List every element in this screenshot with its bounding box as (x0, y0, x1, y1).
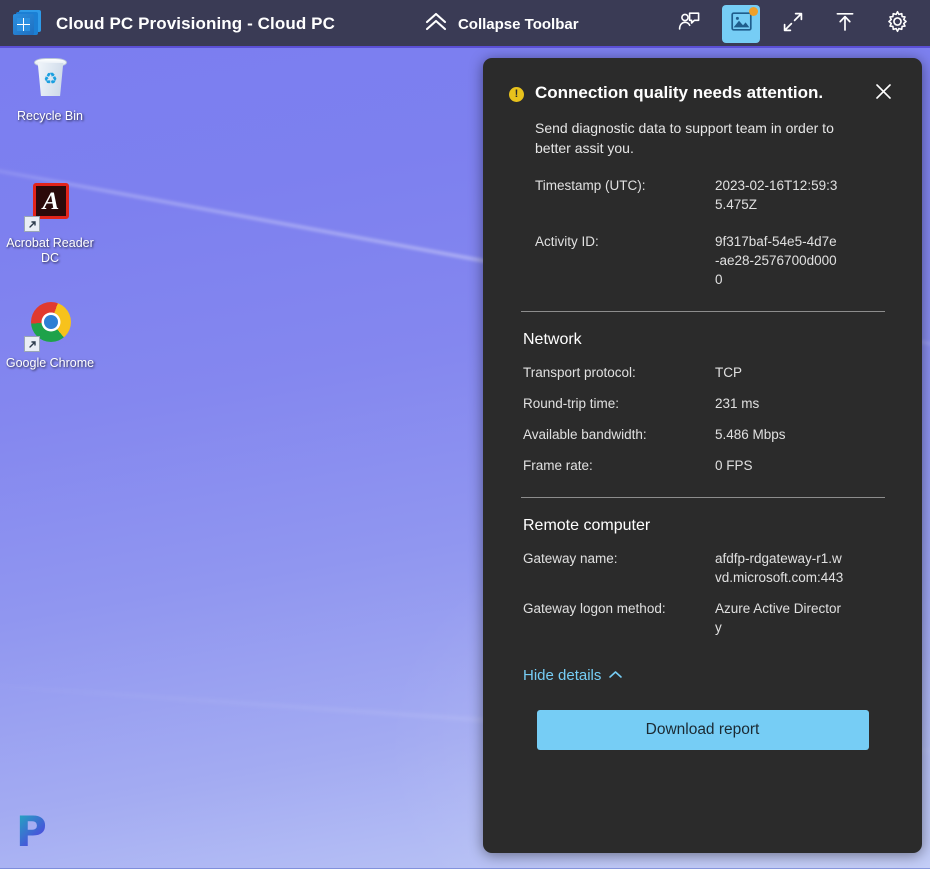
desktop-icon-recycle-bin[interactable]: ♻ Recycle Bin (2, 53, 98, 124)
section-divider (521, 311, 885, 312)
row-value: Azure Active Directory (715, 601, 842, 635)
cloud-pc-session-screen: ♻ Recycle Bin A Acrobat Reader DC Google… (0, 0, 930, 869)
shortcut-arrow-icon (24, 216, 40, 232)
screenshot-button[interactable] (722, 5, 760, 43)
row-key: Gateway logon method: (523, 601, 666, 616)
fullscreen-button[interactable] (774, 5, 812, 43)
collapse-toolbar-label: Collapse Toolbar (457, 15, 579, 33)
acrobat-reader-icon: A (24, 180, 76, 232)
network-row-frame-rate: Frame rate: 0 FPS (523, 456, 896, 475)
close-icon (874, 82, 893, 106)
recycle-bin-icon: ♻ (24, 53, 76, 105)
feedback-icon (677, 10, 701, 39)
remote-row-gateway-logon-method: Gateway logon method: Azure Active Direc… (523, 599, 896, 637)
row-key: Available bandwidth: (523, 427, 647, 442)
row-value: 5.486 Mbps (715, 427, 786, 442)
hide-details-label: Hide details (523, 667, 602, 684)
dialog-header: Connection quality needs attention. (509, 80, 896, 107)
summary-row-activity-id: Activity ID: 9f317baf-54e5-4d7e-ae28-257… (535, 232, 896, 289)
desktop-icon-label: Recycle Bin (17, 109, 83, 123)
desktop-icon-acrobat-reader[interactable]: A Acrobat Reader DC (2, 180, 98, 265)
close-button[interactable] (870, 81, 896, 107)
row-key: Frame rate: (523, 458, 593, 473)
network-row-round-trip-time: Round-trip time: 231 ms (523, 394, 896, 413)
screenshot-notification-badge (749, 7, 758, 16)
hide-details-link[interactable]: Hide details (523, 667, 623, 684)
session-toolbar: Cloud PC Provisioning - Cloud PC Collaps… (0, 0, 930, 48)
fullscreen-icon (781, 10, 805, 39)
settings-button[interactable] (878, 5, 916, 43)
summary-value: 2023-02-16T12:59:35.475Z (715, 178, 838, 212)
google-chrome-icon (24, 300, 76, 352)
chevron-up-icon (608, 667, 623, 684)
desktop-icon-google-chrome[interactable]: Google Chrome (2, 300, 98, 371)
row-key: Transport protocol: (523, 365, 636, 380)
network-section-title: Network (523, 331, 582, 348)
network-row-available-bandwidth: Available bandwidth: 5.486 Mbps (523, 425, 896, 444)
connection-diagnostics-dialog: Connection quality needs attention. Send… (483, 58, 922, 853)
summary-key: Activity ID: (535, 234, 599, 249)
shortcut-arrow-icon (24, 336, 40, 352)
site-watermark-logo: P (16, 811, 58, 853)
section-divider (521, 497, 885, 498)
upload-icon (833, 10, 857, 39)
upload-button[interactable] (826, 5, 864, 43)
summary-key: Timestamp (UTC): (535, 178, 646, 193)
chevron-double-up-icon (423, 11, 449, 38)
network-row-transport-protocol: Transport protocol: TCP (523, 363, 896, 382)
desktop-icon-label: Acrobat Reader DC (6, 236, 94, 265)
dialog-subtitle: Send diagnostic data to support team in … (535, 120, 834, 156)
row-value: afdfp-rdgateway-r1.wvd.microsoft.com:443 (715, 551, 844, 585)
row-value: 231 ms (715, 396, 760, 411)
desktop-icon-label: Google Chrome (5, 356, 95, 370)
summary-value: 9f317baf-54e5-4d7e-ae28-2576700d0000 (715, 234, 837, 287)
row-value: 0 FPS (715, 458, 753, 473)
summary-row-timestamp: Timestamp (UTC): 2023-02-16T12:59:35.475… (535, 176, 896, 214)
remote-row-gateway-name: Gateway name: afdfp-rdgateway-r1.wvd.mic… (523, 549, 896, 587)
feedback-button[interactable] (670, 5, 708, 43)
collapse-toolbar-button[interactable]: Collapse Toolbar (423, 11, 579, 38)
download-report-button[interactable]: Download report (536, 710, 869, 750)
row-value: TCP (715, 365, 742, 380)
toolbar-actions (670, 5, 930, 43)
row-key: Gateway name: (523, 551, 618, 566)
gear-icon (885, 9, 910, 39)
windows365-cloudpc-icon (12, 9, 42, 39)
warning-circle-icon (509, 86, 524, 102)
remote-computer-section-title: Remote computer (523, 517, 651, 534)
row-key: Round-trip time: (523, 396, 620, 411)
session-title: Cloud PC Provisioning - Cloud PC (56, 14, 335, 33)
dialog-title: Connection quality needs attention. (535, 83, 824, 102)
